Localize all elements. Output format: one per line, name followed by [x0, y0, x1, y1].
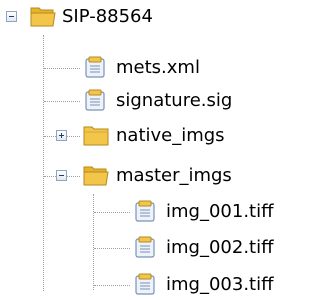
file-icon	[135, 273, 155, 295]
collapse-master-imgs-toggle[interactable]	[56, 170, 67, 181]
expand-native-imgs-toggle[interactable]	[56, 130, 67, 141]
tree-node-label: img_003.tiff	[166, 274, 274, 295]
file-tree: SIP-88564 mets.xml signature.sig native_…	[0, 0, 300, 300]
tree-node-label: signature.sig	[116, 90, 233, 111]
tree-node-label: mets.xml	[116, 57, 200, 78]
file-icon	[85, 56, 105, 78]
tree-node-folder[interactable]: native_imgs	[0, 119, 300, 153]
tree-node-label: img_001.tiff	[166, 201, 274, 222]
folder-open-icon	[83, 166, 109, 186]
file-icon	[135, 200, 155, 222]
tree-node-label: SIP-88564	[62, 6, 153, 27]
tree-node-label: img_002.tiff	[166, 237, 274, 258]
tree-node-file[interactable]: mets.xml	[0, 51, 300, 85]
tree-node-root[interactable]: SIP-88564	[0, 0, 300, 34]
tree-node-label: native_imgs	[116, 125, 225, 146]
tree-node-folder[interactable]: master_imgs	[0, 159, 300, 193]
file-icon	[135, 236, 155, 258]
file-icon	[85, 89, 105, 111]
folder-icon	[83, 126, 109, 146]
collapse-root-toggle[interactable]	[6, 11, 17, 22]
tree-node-file[interactable]: signature.sig	[0, 84, 300, 118]
tree-node-file[interactable]: img_002.tiff	[0, 231, 300, 265]
folder-open-icon	[30, 7, 56, 27]
tree-node-file[interactable]: img_003.tiff	[0, 268, 300, 300]
tree-node-file[interactable]: img_001.tiff	[0, 195, 300, 229]
tree-node-label: master_imgs	[116, 165, 232, 186]
